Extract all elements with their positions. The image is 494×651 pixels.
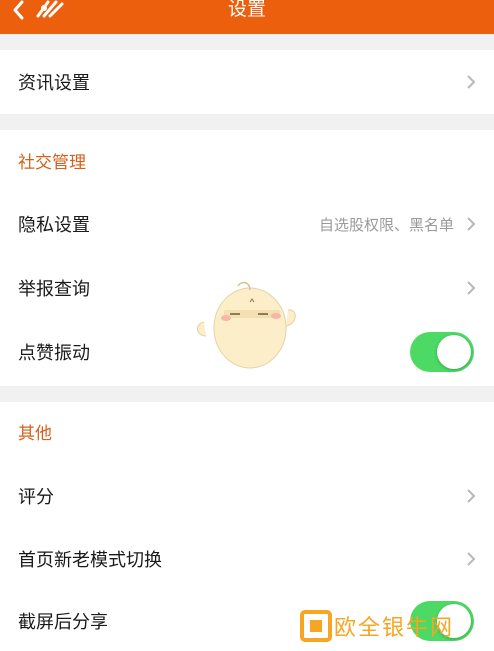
rate-label: 评分	[18, 487, 54, 508]
rate-row[interactable]: 评分	[0, 464, 494, 528]
privacy-settings-row[interactable]: 隐私设置 自选股权限、黑名单	[0, 192, 494, 256]
news-settings-row[interactable]: 资讯设置	[0, 50, 494, 114]
toggle-knob	[437, 335, 471, 369]
watermark-logo-icon	[300, 610, 332, 642]
settings-group-news: 资讯设置	[0, 50, 494, 114]
privacy-settings-label: 隐私设置	[18, 215, 90, 236]
section-title-other: 其他	[18, 423, 52, 444]
chevron-right-icon	[467, 75, 476, 89]
like-vibrate-label: 点赞振动	[18, 343, 90, 364]
section-header-other: 其他	[0, 402, 494, 460]
chevron-right-icon	[467, 217, 476, 231]
like-vibrate-toggle[interactable]	[410, 332, 474, 372]
chevron-right-icon	[467, 552, 476, 566]
section-title-social: 社交管理	[18, 152, 86, 173]
home-mode-switch-row[interactable]: 首页新老模式切换	[0, 527, 494, 591]
news-settings-label: 资讯设置	[18, 73, 90, 94]
home-mode-switch-label: 首页新老模式切换	[18, 550, 162, 571]
chevron-right-icon	[467, 489, 476, 503]
report-query-label: 举报查询	[18, 279, 90, 300]
chevron-right-icon	[467, 281, 476, 295]
watermark-text: 欧全银牛网	[334, 616, 455, 641]
privacy-settings-value: 自选股权限、黑名单	[318, 215, 454, 234]
section-header-social: 社交管理	[0, 130, 494, 190]
app-header: 设置	[0, 0, 494, 34]
screenshot-share-label: 截屏后分享	[18, 612, 108, 633]
page-title: 设置	[227, 0, 266, 20]
site-watermark: 欧全银牛网	[296, 604, 494, 651]
mascot-chick-icon	[197, 281, 296, 369]
